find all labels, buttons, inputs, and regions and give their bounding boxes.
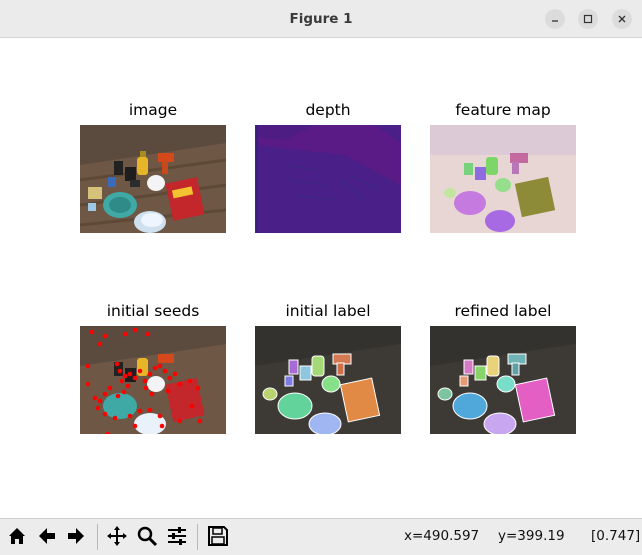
close-button[interactable]: [612, 9, 632, 29]
panel-title-refined-label: refined label: [454, 302, 552, 320]
initial-label-image: [255, 326, 401, 434]
close-icon: [618, 15, 626, 23]
minimize-button[interactable]: [545, 9, 565, 29]
back-button[interactable]: [34, 523, 60, 549]
zoom-button[interactable]: [134, 523, 160, 549]
configure-subplots-button[interactable]: [164, 523, 190, 549]
rgb-image: [80, 125, 226, 233]
home-icon: [9, 528, 25, 544]
cursor-x-readout: x=490.597: [404, 528, 480, 544]
pan-button[interactable]: [104, 523, 130, 549]
panel-title-feature-map: feature map: [455, 101, 551, 119]
maximize-button[interactable]: [578, 9, 598, 29]
save-button[interactable]: [205, 523, 231, 549]
pan-icon: [107, 526, 127, 546]
panel-title-image: image: [128, 101, 178, 119]
cursor-y-readout: y=399.19: [498, 528, 565, 544]
configure-subplots-icon: [168, 527, 186, 545]
maximize-icon: [583, 14, 593, 24]
home-button[interactable]: [4, 523, 30, 549]
panel-title-initial-label: initial label: [285, 302, 371, 320]
depth-image: [255, 125, 401, 233]
save-icon: [208, 526, 228, 546]
minimize-icon: [552, 20, 558, 22]
toolbar-separator: [197, 524, 198, 550]
feature-map-image: [430, 125, 576, 233]
navigation-toolbar: x=490.597 y=399.19 [0.747]: [0, 518, 642, 555]
window-titlebar: Figure 1: [0, 0, 642, 38]
forward-arrow-icon: [68, 528, 84, 544]
panel-title-depth: depth: [305, 101, 351, 119]
back-arrow-icon: [39, 528, 55, 544]
panel-title-initial-seeds: initial seeds: [106, 302, 200, 320]
pixel-value-readout: [0.747]: [591, 528, 641, 544]
toolbar-separator: [97, 524, 98, 550]
initial-seeds-image: [80, 326, 226, 434]
refined-label-image: [430, 326, 576, 434]
forward-button[interactable]: [63, 523, 89, 549]
figure-canvas[interactable]: image depth feature map initial seeds in…: [0, 38, 642, 518]
zoom-icon: [137, 526, 158, 547]
